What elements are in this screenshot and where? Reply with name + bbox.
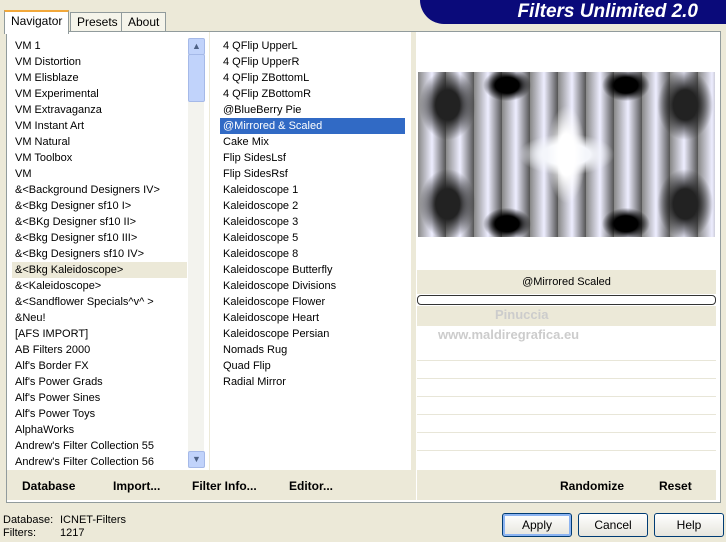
- category-item[interactable]: &<Bkg Designer sf10 I>: [12, 198, 187, 214]
- filter-item[interactable]: Kaleidoscope 2: [220, 198, 405, 214]
- database-label: Database:: [3, 514, 54, 526]
- category-item[interactable]: Alf's Border FX: [12, 358, 187, 374]
- control-slot: [417, 362, 716, 379]
- category-item[interactable]: &Neu!: [12, 310, 187, 326]
- filter-item[interactable]: Kaleidoscope 5: [220, 230, 405, 246]
- filter-item[interactable]: Cake Mix: [220, 134, 405, 150]
- category-item[interactable]: AB Filters 2000: [12, 342, 187, 358]
- category-item[interactable]: Alf's Power Toys: [12, 406, 187, 422]
- category-item[interactable]: VM Extravaganza: [12, 102, 187, 118]
- filter-item[interactable]: Kaleidoscope Persian: [220, 326, 405, 342]
- category-item[interactable]: &<Background Designers IV>: [12, 182, 187, 198]
- tab-presets[interactable]: Presets: [70, 12, 125, 32]
- filter-item[interactable]: Kaleidoscope Divisions: [220, 278, 405, 294]
- category-item[interactable]: VM Natural: [12, 134, 187, 150]
- filters-count-label: Filters:: [3, 527, 36, 539]
- control-slot: [417, 398, 716, 415]
- help-button[interactable]: Help: [654, 513, 724, 537]
- category-item[interactable]: VM Toolbox: [12, 150, 187, 166]
- filters-count-value: 1217: [60, 527, 85, 539]
- progress-bar: [417, 295, 716, 305]
- category-item[interactable]: &<Bkg Kaleidoscope>: [12, 262, 187, 278]
- category-item[interactable]: VM: [12, 166, 187, 182]
- category-item[interactable]: &<Sandflower Specials^v^ >: [12, 294, 187, 310]
- database-button[interactable]: Database: [22, 479, 75, 493]
- app-title-banner: Filters Unlimited 2.0: [420, 0, 726, 24]
- filter-item[interactable]: Nomads Rug: [220, 342, 405, 358]
- category-item[interactable]: [AFS IMPORT]: [12, 326, 187, 342]
- filter-item[interactable]: @BlueBerry Pie: [220, 102, 405, 118]
- randomize-button[interactable]: Randomize: [560, 479, 624, 493]
- filter-item[interactable]: @Mirrored & Scaled: [220, 118, 405, 134]
- filter-item[interactable]: Flip SidesRsf: [220, 166, 405, 182]
- control-slot: [417, 416, 716, 433]
- category-item[interactable]: Andrew's Filter Collection 55: [12, 438, 187, 454]
- tab-navigator[interactable]: Navigator: [4, 10, 70, 34]
- filter-item[interactable]: Kaleidoscope Heart: [220, 310, 405, 326]
- control-slot: [417, 434, 716, 451]
- filter-name-label: @Mirrored Scaled: [417, 270, 716, 294]
- database-value: ICNET-Filters: [60, 514, 126, 526]
- category-item[interactable]: &<Bkg Designer sf10 III>: [12, 230, 187, 246]
- filter-list[interactable]: 4 QFlip UpperL 4 QFlip UpperR 4 QFlip ZBot…: [220, 38, 405, 390]
- filter-item[interactable]: Quad Flip: [220, 358, 405, 374]
- editor-button[interactable]: Editor...: [289, 479, 333, 493]
- category-item[interactable]: &<Bkg Designers sf10 IV>: [12, 246, 187, 262]
- filter-preview-image: [418, 72, 715, 237]
- watermark-url: www.maldiregrafica.eu: [438, 327, 580, 342]
- apply-button[interactable]: Apply: [502, 513, 572, 537]
- filter-item[interactable]: Kaleidoscope 8: [220, 246, 405, 262]
- filter-item[interactable]: Kaleidoscope Butterfly: [220, 262, 405, 278]
- filter-item[interactable]: Flip SidesLsf: [220, 150, 405, 166]
- category-item[interactable]: VM Distortion: [12, 54, 187, 70]
- category-item[interactable]: &<Kaleidoscope>: [12, 278, 187, 294]
- scroll-up-icon[interactable]: ▲: [188, 38, 205, 55]
- category-item[interactable]: VM Elisblaze: [12, 70, 187, 86]
- filter-item[interactable]: 4 QFlip ZBottomR: [220, 86, 405, 102]
- filter-item[interactable]: 4 QFlip UpperL: [220, 38, 405, 54]
- filter-info-button[interactable]: Filter Info...: [192, 479, 257, 493]
- scroll-down-icon[interactable]: ▼: [188, 451, 205, 468]
- control-slot: [417, 380, 716, 397]
- category-item[interactable]: &<BKg Designer sf10 II>: [12, 214, 187, 230]
- filter-item[interactable]: Radial Mirror: [220, 374, 405, 390]
- cancel-button[interactable]: Cancel: [578, 513, 648, 537]
- control-slot: [417, 344, 716, 361]
- category-item[interactable]: VM 1: [12, 38, 187, 54]
- category-item[interactable]: Alf's Power Sines: [12, 390, 187, 406]
- category-item[interactable]: AlphaWorks: [12, 422, 187, 438]
- category-list[interactable]: VM 1 VM Distortion VM Elisblaze VM Experime…: [12, 38, 187, 470]
- category-item[interactable]: VM Instant Art: [12, 118, 187, 134]
- filter-item[interactable]: Kaleidoscope 1: [220, 182, 405, 198]
- reset-button[interactable]: Reset: [659, 479, 692, 493]
- filter-item[interactable]: 4 QFlip UpperR: [220, 54, 405, 70]
- filter-item[interactable]: Kaleidoscope 3: [220, 214, 405, 230]
- category-item[interactable]: Andrew's Filter Collection 56: [12, 454, 187, 470]
- filter-item[interactable]: Kaleidoscope Flower: [220, 294, 405, 310]
- import-button[interactable]: Import...: [113, 479, 160, 493]
- scrollbar-thumb[interactable]: [188, 54, 205, 102]
- tab-about[interactable]: About: [121, 12, 167, 32]
- category-item[interactable]: Alf's Power Grads: [12, 374, 187, 390]
- category-scrollbar[interactable]: ▲ ▼: [188, 38, 205, 468]
- watermark-name: Pinuccia: [495, 307, 549, 322]
- category-item[interactable]: VM Experimental: [12, 86, 187, 102]
- filter-item[interactable]: 4 QFlip ZBottomL: [220, 70, 405, 86]
